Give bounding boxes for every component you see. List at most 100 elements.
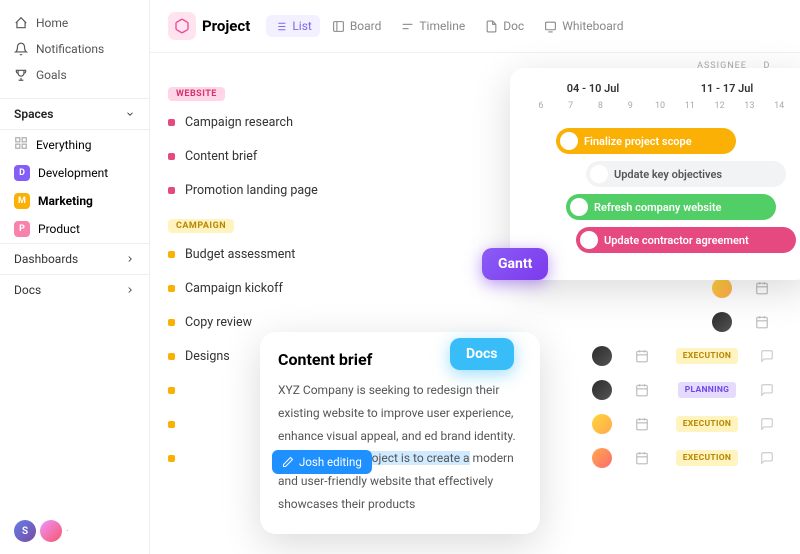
task-date[interactable]	[622, 383, 662, 397]
nav-notifications[interactable]: Notifications	[0, 36, 149, 62]
task-status[interactable]: PLANNING	[662, 382, 752, 398]
avatar	[592, 380, 612, 400]
view-tab-doc[interactable]: Doc	[477, 15, 532, 37]
gantt-day: 11	[675, 101, 705, 111]
space-item-marketing[interactable]: MMarketing	[0, 187, 149, 215]
task-assignee[interactable]	[582, 414, 622, 434]
gantt-bar[interactable]: Refresh company website	[566, 194, 776, 220]
nav-home-label: Home	[36, 16, 68, 30]
project-title: Project	[202, 17, 250, 35]
section-dashboards[interactable]: Dashboards	[0, 243, 149, 274]
space-label: Product	[38, 222, 80, 236]
task-assignee[interactable]	[582, 448, 622, 468]
avatar	[712, 312, 732, 332]
task-bullet	[168, 455, 175, 462]
avatar	[580, 231, 598, 249]
task-assignee[interactable]	[582, 380, 622, 400]
avatar	[592, 346, 612, 366]
view-tab-label: Whiteboard	[562, 19, 623, 33]
user-avatars[interactable]: S ·	[0, 508, 149, 554]
bell-icon	[14, 42, 28, 56]
comment-icon	[760, 417, 774, 431]
home-icon	[14, 16, 28, 30]
view-tab-label: Doc	[503, 19, 524, 33]
nav-home[interactable]: Home	[0, 10, 149, 36]
task-date[interactable]	[622, 451, 662, 465]
task-bullet	[168, 251, 175, 258]
view-tab-label: List	[292, 19, 312, 33]
avatar	[40, 520, 62, 542]
gantt-row: Update key objectives	[526, 161, 794, 187]
gantt-day: 9	[615, 101, 645, 111]
whiteboard-icon	[544, 20, 557, 33]
comment-icon	[760, 451, 774, 465]
avatar	[590, 165, 608, 183]
calendar-icon	[635, 417, 649, 431]
section-docs[interactable]: Docs	[0, 274, 149, 305]
gantt-bar-label: Finalize project scope	[584, 135, 692, 148]
view-tab-board[interactable]: Board	[324, 15, 390, 37]
board-icon	[332, 20, 345, 33]
gantt-week: 04 - 10 Jul	[526, 82, 660, 95]
task-bullet	[168, 187, 175, 194]
timeline-icon	[401, 20, 414, 33]
task-assignee[interactable]	[702, 278, 742, 298]
gantt-panel: 04 - 10 Jul 11 - 17 Jul 67891011121314 F…	[510, 68, 800, 280]
view-tab-label: Board	[350, 19, 382, 33]
task-assignee[interactable]	[582, 346, 622, 366]
gantt-day: 10	[645, 101, 675, 111]
space-item-product[interactable]: P Product	[0, 215, 149, 243]
nav-goals[interactable]: Goals	[0, 62, 149, 88]
space-badge: P	[14, 221, 30, 237]
gantt-day: 6	[526, 101, 556, 111]
gantt-bar[interactable]: Update key objectives	[586, 161, 786, 187]
view-tab-whiteboard[interactable]: Whiteboard	[536, 15, 631, 37]
gantt-row: Finalize project scope	[526, 128, 794, 154]
task-bullet	[168, 387, 175, 394]
gantt-day: 12	[705, 101, 735, 111]
task-date[interactable]	[622, 349, 662, 363]
spaces-header[interactable]: Spaces	[0, 98, 149, 130]
doc-body[interactable]: XYZ Company is seeking to redesign their…	[278, 379, 522, 516]
avatar: S	[14, 520, 36, 542]
task-status[interactable]: EXECUTION	[662, 348, 752, 364]
task-status[interactable]: EXECUTION	[662, 416, 752, 432]
group-label[interactable]: WEBSITE	[168, 87, 225, 101]
gantt-bar[interactable]: Update contractor agreement	[576, 227, 796, 253]
space-item-development[interactable]: DDevelopment	[0, 159, 149, 187]
task-comment[interactable]	[752, 349, 782, 363]
editing-indicator: Josh editing	[272, 450, 372, 474]
pencil-icon	[282, 456, 294, 468]
gantt-day: 14	[764, 101, 794, 111]
list-icon	[274, 20, 287, 33]
group-label[interactable]: CAMPAIGN	[168, 219, 234, 233]
gantt-bar-label: Update key objectives	[614, 168, 722, 181]
gantt-bar[interactable]: Finalize project scope	[556, 128, 736, 154]
nav-notifications-label: Notifications	[36, 42, 104, 56]
gantt-week: 11 - 17 Jul	[660, 82, 794, 95]
space-item-everything[interactable]: Everything	[0, 130, 149, 159]
task-date[interactable]	[622, 417, 662, 431]
calendar-icon	[635, 451, 649, 465]
space-badge: M	[14, 193, 30, 209]
view-tab-timeline[interactable]: Timeline	[393, 15, 473, 37]
calendar-icon	[635, 383, 649, 397]
task-name: Campaign kickoff	[185, 281, 702, 296]
main-content: Project ListBoardTimelineDocWhiteboard A…	[150, 0, 800, 554]
task-comment[interactable]	[752, 451, 782, 465]
task-date[interactable]	[742, 315, 782, 329]
gantt-bar-label: Update contractor agreement	[604, 234, 749, 247]
task-status[interactable]: EXECUTION	[662, 450, 752, 466]
task-assignee[interactable]	[702, 312, 742, 332]
chevron-down-icon	[125, 109, 135, 119]
task-date[interactable]	[742, 281, 782, 295]
space-label: Development	[38, 166, 108, 180]
project-icon	[168, 12, 196, 40]
nav-goals-label: Goals	[36, 68, 67, 82]
task-comment[interactable]	[752, 417, 782, 431]
grid-icon	[14, 136, 28, 153]
view-tab-list[interactable]: List	[266, 15, 320, 37]
task-comment[interactable]	[752, 383, 782, 397]
status-badge: EXECUTION	[676, 416, 738, 432]
task-bullet	[168, 353, 175, 360]
